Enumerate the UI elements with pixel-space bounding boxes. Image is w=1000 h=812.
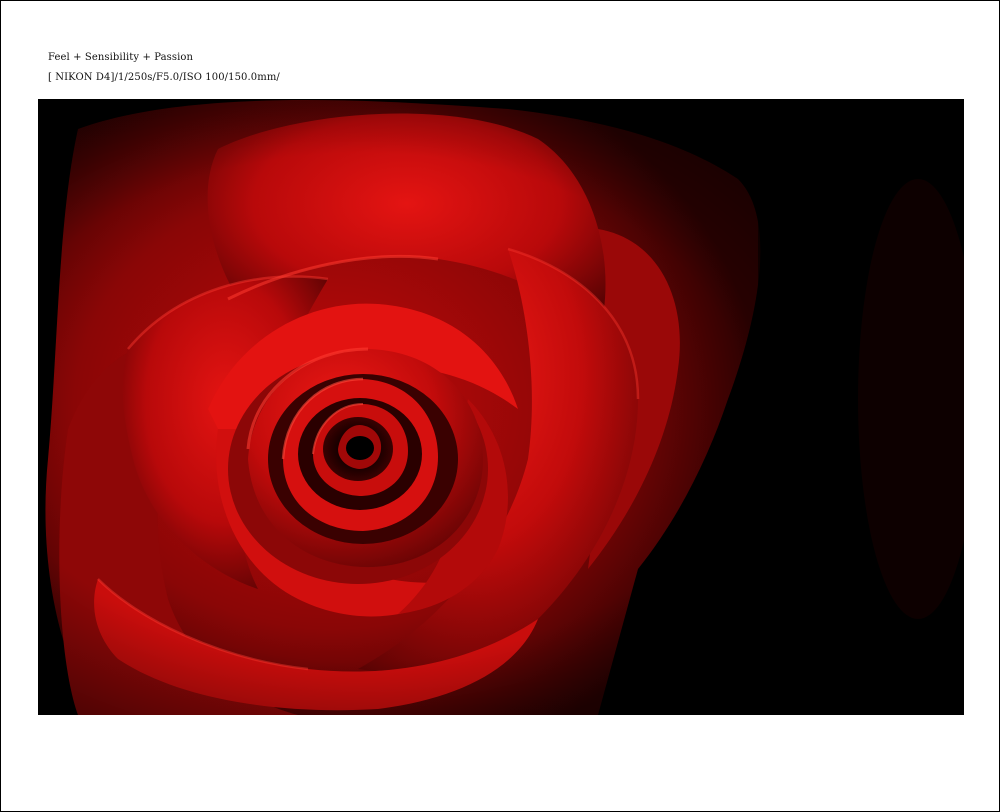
page-frame: Feel + Sensibility + Passion [ NIKON D4]… — [0, 0, 1000, 812]
photo-title: Feel + Sensibility + Passion — [48, 52, 194, 63]
rose-illustration — [38, 99, 964, 715]
camera-exif-info: [ NIKON D4]/1/250s/F5.0/ISO 100/150.0mm/ — [48, 72, 280, 83]
rose-photo — [38, 99, 964, 715]
